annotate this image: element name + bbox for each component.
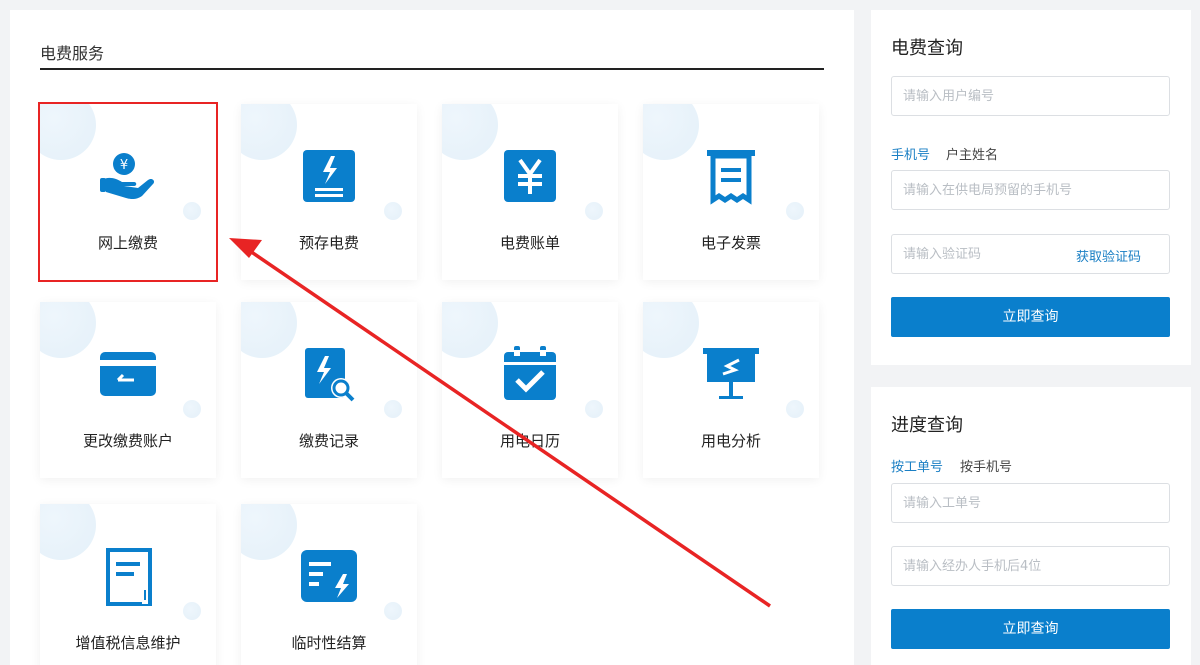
decor-bubble [40,104,96,160]
fee-query-submit-button[interactable]: 立即查询 [891,297,1170,337]
section-title: 电费服务 [40,44,105,63]
tile-usage-calendar[interactable]: 用电日历 [442,302,618,478]
tile-label: 网上缴费 [97,234,158,252]
decor-bubble [585,202,603,220]
tile-temporary-settlement[interactable]: 临时性结算 [241,504,417,665]
electricity-deposit-icon [299,146,359,206]
decor-bubble [786,202,804,220]
tab-owner-name[interactable]: 户主姓名 [946,144,998,163]
tile-prepay-electricity[interactable]: 预存电费 [241,104,417,280]
record-search-icon [299,344,359,404]
decor-bubble [40,302,96,358]
tile-label: 缴费记录 [298,432,359,450]
progress-query-title: 进度查询 [891,415,963,436]
settlement-icon [299,546,359,606]
fee-query-card: 电费查询 手机号 户主姓名 获取验证码 立即查询 [871,10,1191,365]
svg-text:¥: ¥ [120,158,128,173]
decor-bubble [183,602,201,620]
decor-bubble [643,104,699,160]
tab-order-number[interactable]: 按工单号 [891,456,943,475]
decor-bubble [442,104,498,160]
phone-input[interactable] [891,170,1170,210]
tile-label: 电子发票 [700,234,761,252]
decor-bubble [241,504,297,560]
tab-by-phone[interactable]: 按手机号 [960,456,1012,475]
yuan-bill-icon [500,146,560,206]
tile-usage-analysis[interactable]: 用电分析 [643,302,819,478]
tile-label: 更改缴费账户 [82,432,173,450]
tile-payment-records[interactable]: 缴费记录 [241,302,417,478]
user-id-input[interactable] [891,76,1170,116]
progress-query-submit-button[interactable]: 立即查询 [891,609,1170,649]
decor-bubble [241,302,297,358]
fee-query-title: 电费查询 [891,38,963,59]
receipt-icon [701,146,761,206]
decor-bubble [643,302,699,358]
order-number-input[interactable] [891,483,1170,523]
agent-phone-input[interactable] [891,546,1170,586]
decor-bubble [241,104,297,160]
tile-label: 用电日历 [499,432,560,450]
decor-bubble [183,202,201,220]
decor-bubble [786,400,804,418]
tab-phone[interactable]: 手机号 [891,144,930,163]
tile-electricity-bill[interactable]: 电费账单 [442,104,618,280]
tile-label: 用电分析 [700,432,761,450]
tile-online-payment[interactable]: ¥ 网上缴费 [38,102,218,282]
tile-vat-info[interactable]: 增值税信息维护 [40,504,216,665]
section-divider [40,68,824,70]
fee-services-panel: 电费服务 ¥ 网上缴费 预存电费 电费账单 电子发票 更改缴费账户 缴费记录 用… [10,10,854,665]
tile-label: 临时性结算 [291,634,367,652]
chart-board-icon [701,344,761,404]
tile-change-account[interactable]: 更改缴费账户 [40,302,216,478]
document-icon [98,546,158,606]
tile-label: 电费账单 [499,234,560,252]
decor-bubble [40,504,96,560]
get-code-button[interactable]: 获取验证码 [1076,246,1141,265]
decor-bubble [585,400,603,418]
decor-bubble [384,602,402,620]
tile-label: 预存电费 [298,234,359,252]
decor-bubble [384,202,402,220]
decor-bubble [442,302,498,358]
progress-query-card: 进度查询 按工单号 按手机号 立即查询 [871,387,1191,665]
tile-label: 增值税信息维护 [75,634,181,652]
decor-bubble [384,400,402,418]
hand-coin-icon: ¥ [98,146,158,206]
decor-bubble [183,400,201,418]
calendar-check-icon [500,344,560,404]
card-change-icon [98,344,158,404]
tile-e-invoice[interactable]: 电子发票 [643,104,819,280]
